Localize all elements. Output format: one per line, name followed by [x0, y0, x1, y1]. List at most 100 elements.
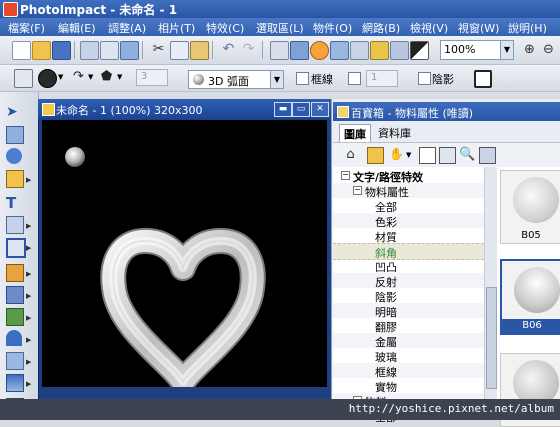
- pick-tool-icon[interactable]: ➤: [6, 104, 22, 120]
- selection-tool-icon[interactable]: [6, 126, 24, 144]
- gallery-thumbnail[interactable]: B05: [500, 170, 560, 244]
- tree-item[interactable]: 色彩: [333, 213, 484, 229]
- bevel-spinner[interactable]: 3: [136, 69, 168, 86]
- eraser-tool-icon[interactable]: [6, 352, 24, 370]
- tree-item[interactable]: 明暗: [333, 303, 484, 319]
- tree-item[interactable]: 陰影: [333, 288, 484, 304]
- menu-help[interactable]: 說明(H): [508, 20, 547, 36]
- tree-item[interactable]: 玻璃: [333, 348, 484, 364]
- chevron-right-icon[interactable]: ▶: [26, 358, 31, 366]
- zoom-in-icon[interactable]: ⊕: [521, 41, 538, 58]
- library-icon[interactable]: [479, 147, 496, 164]
- tree-item[interactable]: − 物料屬性: [333, 183, 484, 199]
- tree-view-icon[interactable]: [367, 147, 384, 164]
- small-sphere[interactable]: [65, 147, 85, 167]
- web-icon[interactable]: [310, 41, 329, 60]
- menu-file[interactable]: 檔案(F): [8, 20, 45, 36]
- chevron-right-icon[interactable]: ▶: [26, 176, 31, 184]
- magic-wand-tool-icon[interactable]: [6, 170, 24, 188]
- lightbulb-icon[interactable]: [370, 41, 389, 60]
- tree-item[interactable]: 反射: [333, 273, 484, 289]
- close-button[interactable]: ✕: [311, 102, 329, 117]
- collapse-icon[interactable]: −: [341, 171, 350, 180]
- browser-icon[interactable]: [330, 41, 349, 60]
- fill-tool-icon[interactable]: [6, 374, 24, 392]
- chevron-down-icon[interactable]: ▼: [88, 73, 93, 81]
- save-icon[interactable]: [52, 41, 71, 60]
- grid-icon[interactable]: [439, 147, 456, 164]
- gallery-thumbnail[interactable]: B06: [500, 259, 560, 335]
- chevron-right-icon[interactable]: ▶: [26, 380, 31, 388]
- properties-icon[interactable]: [419, 147, 436, 164]
- chevron-right-icon[interactable]: ▶: [26, 336, 31, 344]
- preview-icon[interactable]: [120, 41, 139, 60]
- chevron-down-icon[interactable]: ▼: [117, 73, 122, 81]
- tree-item[interactable]: 材質: [333, 228, 484, 244]
- bevel-mode-select[interactable]: 3D 弧面 ▼: [188, 70, 284, 89]
- hand-icon[interactable]: ✋: [389, 147, 404, 162]
- zoom-out-icon[interactable]: ⊖: [540, 41, 557, 58]
- curve-shape-icon[interactable]: ↷: [70, 69, 87, 86]
- chevron-down-icon[interactable]: ▼: [500, 41, 513, 59]
- paste-icon[interactable]: [190, 41, 209, 60]
- zoom-select[interactable]: 100% ▼: [440, 40, 514, 60]
- tree-item[interactable]: 金屬: [333, 333, 484, 349]
- app-icon[interactable]: [3, 2, 18, 17]
- tree-item[interactable]: 翻膠: [333, 318, 484, 334]
- menu-photo[interactable]: 相片(T): [158, 20, 195, 36]
- pentagon-shape-icon[interactable]: ⬟: [98, 69, 115, 86]
- tree-scrollbar[interactable]: [484, 167, 497, 399]
- maximize-button[interactable]: ▭: [292, 102, 310, 117]
- border-color-box[interactable]: [348, 72, 361, 85]
- tree-item[interactable]: 框線: [333, 363, 484, 379]
- image-icon[interactable]: [290, 41, 309, 60]
- print-icon[interactable]: [100, 41, 119, 60]
- brush-tool-icon[interactable]: [6, 286, 24, 304]
- tree-item[interactable]: 全部: [333, 198, 484, 214]
- collapse-icon[interactable]: −: [353, 186, 362, 195]
- border-checkbox[interactable]: [296, 72, 309, 85]
- chevron-down-icon[interactable]: ▼: [406, 151, 411, 159]
- cut-icon[interactable]: ✂: [150, 41, 167, 58]
- shadow-checkbox[interactable]: [418, 72, 431, 85]
- menu-selection[interactable]: 選取區(L): [256, 20, 304, 36]
- copy-icon[interactable]: [170, 41, 189, 60]
- minimize-button[interactable]: ▬: [274, 102, 292, 117]
- chevron-right-icon[interactable]: ▶: [26, 292, 31, 300]
- image-canvas[interactable]: [42, 120, 327, 395]
- text-tool-icon[interactable]: T: [6, 194, 22, 212]
- lasso-tool-icon[interactable]: [6, 148, 22, 164]
- ellipse-shape-icon[interactable]: [38, 69, 57, 88]
- search-icon[interactable]: 🔍: [459, 147, 475, 162]
- tree-item[interactable]: 實物: [333, 378, 484, 394]
- tree-item[interactable]: − 文字/路徑特效: [333, 168, 484, 184]
- border-width-spinner[interactable]: 1: [366, 70, 398, 87]
- document-title-bar[interactable]: 未命名 - 1 (100%) 320x300 ▬ ▭ ✕: [38, 99, 333, 119]
- chevron-right-icon[interactable]: ▶: [26, 222, 31, 230]
- chevron-down-icon[interactable]: ▼: [270, 71, 283, 88]
- new-file-icon[interactable]: [12, 41, 31, 60]
- stamp-tool-icon[interactable]: [6, 330, 22, 346]
- menu-web[interactable]: 網路(B): [362, 20, 400, 36]
- open-folder-icon[interactable]: [32, 41, 51, 60]
- undo-icon[interactable]: ↶: [220, 41, 237, 58]
- chevron-right-icon[interactable]: ▶: [26, 270, 31, 278]
- shadow-settings-icon[interactable]: [474, 70, 492, 88]
- chevron-down-icon[interactable]: ▼: [58, 73, 63, 81]
- color-swap-icon[interactable]: [410, 41, 429, 60]
- menu-edit[interactable]: 編輯(E): [58, 20, 96, 36]
- object-icon[interactable]: [350, 41, 369, 60]
- path-tool-icon[interactable]: [6, 216, 24, 234]
- clone-tool-icon[interactable]: [6, 308, 24, 326]
- scrollbar-thumb[interactable]: [486, 287, 497, 389]
- menu-adjust[interactable]: 調整(A): [108, 20, 146, 36]
- menu-object[interactable]: 物件(O): [313, 20, 352, 36]
- menu-effect[interactable]: 特效(C): [206, 20, 244, 36]
- redo-icon[interactable]: ↷: [240, 41, 257, 58]
- tab-gallery[interactable]: 圖庫: [339, 124, 371, 142]
- crop-tool-icon[interactable]: [6, 238, 26, 258]
- menu-window[interactable]: 視窗(W): [458, 20, 499, 36]
- menu-view[interactable]: 檢視(V): [410, 20, 448, 36]
- beveled-heart[interactable]: [100, 228, 266, 395]
- tree-item[interactable]: 凹凸: [333, 258, 484, 274]
